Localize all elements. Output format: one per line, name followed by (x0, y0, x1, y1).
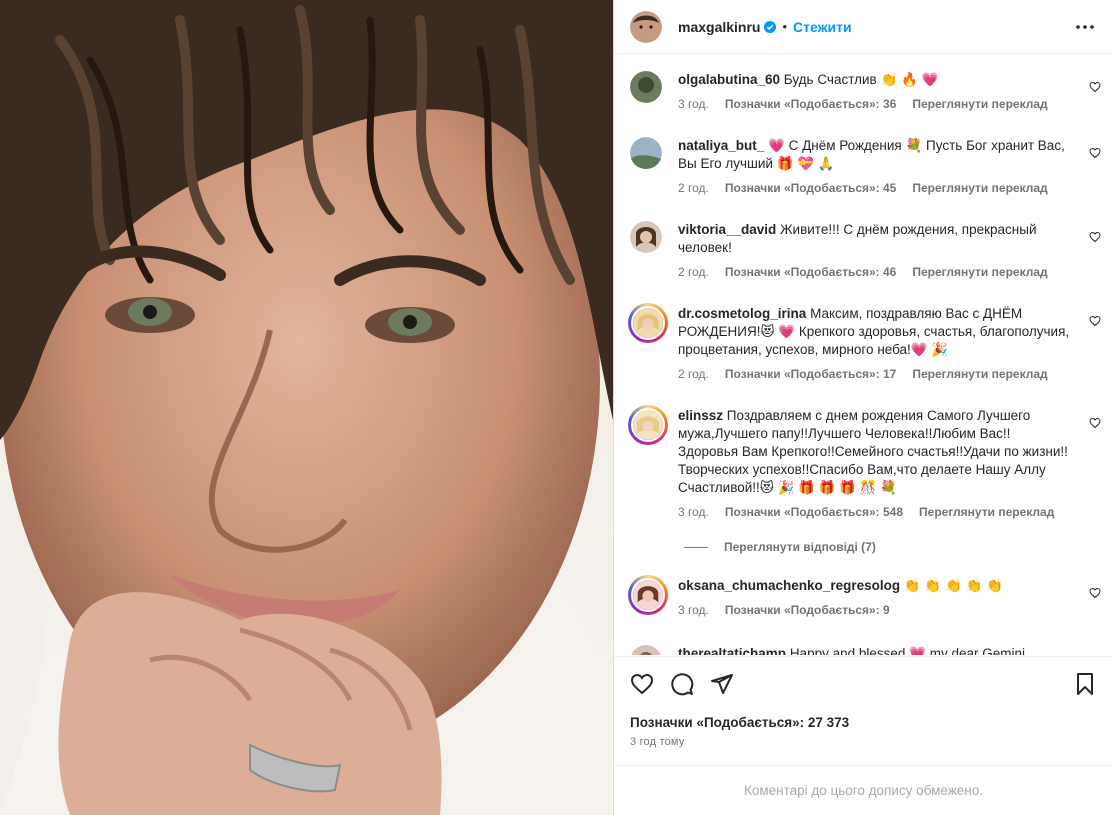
comment-likes[interactable]: Позначки «Подобається»: 9 (725, 603, 890, 617)
action-bar (630, 657, 1097, 711)
heart-icon[interactable] (1089, 231, 1101, 243)
commenter-username[interactable]: nataliya_but_ (678, 138, 764, 153)
comment-meta: 2 год. Позначки «Подобається»: 46 Перегл… (678, 265, 1101, 279)
comment-text: dr.cosmetolog_irina Максим, поздравляю В… (678, 306, 1070, 357)
comment-likes[interactable]: Позначки «Подобається»: 46 (725, 265, 896, 279)
heart-icon[interactable] (1089, 417, 1101, 429)
header-separator: • (782, 19, 788, 34)
follow-button[interactable]: Стежити (793, 19, 852, 35)
post-actions: Позначки «Подобається»: 27 373 3 год том… (614, 656, 1113, 764)
author-username[interactable]: maxgalkinru (678, 19, 760, 35)
instagram-post-modal: maxgalkinru • Стежити olgalabutina_60 Бу… (0, 0, 1113, 815)
commenter-avatar[interactable] (631, 578, 665, 612)
comment-likes[interactable]: Позначки «Подобається»: 548 (725, 505, 903, 519)
comment-text: olgalabutina_60 Будь Счастлив 👏 🔥 💗 (678, 72, 939, 87)
comment-likes[interactable]: Позначки «Подобається»: 17 (725, 367, 896, 381)
commenter-avatar[interactable] (630, 137, 662, 169)
view-replies-label: Переглянути відповіді (7) (724, 540, 876, 554)
post-timestamp: 3 год тому (630, 736, 685, 748)
commenter-username[interactable]: oksana_chumachenko_regresolog (678, 578, 900, 593)
comment-time: 2 год. (678, 265, 709, 279)
comment-text: viktoria__david Живите!!! С днём рождени… (678, 222, 1037, 255)
comment-time: 3 год. (678, 505, 709, 519)
comment-text: elinssz Поздравляем с днем рождения Само… (678, 408, 1068, 495)
comment-time: 3 год. (678, 603, 709, 617)
author-avatar[interactable] (630, 10, 662, 43)
comment-item: olgalabutina_60 Будь Счастлив 👏 🔥 💗 3 го… (630, 71, 1101, 111)
commenter-avatar[interactable] (631, 408, 665, 442)
comment-time: 3 год. (678, 97, 709, 111)
comment-meta: 2 год. Позначки «Подобається»: 17 Перегл… (678, 367, 1101, 381)
see-translation-link[interactable]: Переглянути переклад (912, 97, 1047, 111)
replies-divider (684, 546, 708, 548)
comment-likes[interactable]: Позначки «Подобається»: 36 (725, 97, 896, 111)
comment-meta: 3 год. Позначки «Подобається»: 9 (678, 603, 1101, 617)
commenter-username[interactable]: olgalabutina_60 (678, 72, 780, 87)
comment-meta: 3 год. Позначки «Подобається»: 548 Перег… (678, 505, 1101, 519)
heart-icon[interactable] (1089, 147, 1101, 159)
comment-likes[interactable]: Позначки «Подобається»: 45 (725, 181, 896, 195)
see-translation-link[interactable]: Переглянути переклад (919, 505, 1054, 519)
view-replies-button[interactable]: Переглянути відповіді (7) (684, 540, 876, 554)
story-ring[interactable] (628, 575, 668, 615)
comment-item: viktoria__david Живите!!! С днём рождени… (630, 221, 1101, 279)
bookmark-icon[interactable] (1073, 672, 1097, 696)
commenter-avatar[interactable] (631, 306, 665, 340)
comment-time: 2 год. (678, 181, 709, 195)
commenter-username[interactable]: dr.cosmetolog_irina (678, 306, 806, 321)
heart-icon[interactable] (630, 672, 654, 696)
comment-item: oksana_chumachenko_regresolog 👏 👏 👏 👏 👏 … (628, 575, 1101, 617)
heart-icon[interactable] (1089, 315, 1101, 327)
verified-badge-icon (764, 20, 777, 33)
comment-meta: 3 год. Позначки «Подобається»: 36 Перегл… (678, 97, 1101, 111)
more-horizontal-icon[interactable] (1073, 15, 1097, 39)
commenter-username[interactable]: elinssz (678, 408, 723, 423)
comment-item: nataliya_but_ 💗 С Днём Рождения 💐 Пусть … (630, 137, 1101, 195)
comment-meta: 2 год. Позначки «Подобається»: 45 Перегл… (678, 181, 1101, 195)
story-ring[interactable] (628, 405, 668, 445)
commenter-avatar[interactable] (630, 221, 662, 253)
heart-icon[interactable] (1089, 81, 1101, 93)
comments-limited-notice: Коментарі до цього допису обмежено. (614, 765, 1113, 815)
post-likes-count[interactable]: Позначки «Подобається»: 27 373 (630, 715, 1097, 730)
comment-icon[interactable] (670, 672, 694, 696)
comment-text: oksana_chumachenko_regresolog 👏 👏 👏 👏 👏 (678, 578, 1003, 593)
see-translation-link[interactable]: Переглянути переклад (912, 265, 1047, 279)
commenter-username[interactable]: therealtatichamp (678, 646, 786, 655)
commenter-avatar[interactable] (630, 645, 662, 655)
share-icon[interactable] (710, 672, 734, 696)
comment-time: 2 год. (678, 367, 709, 381)
see-translation-link[interactable]: Переглянути переклад (912, 367, 1047, 381)
post-header: maxgalkinru • Стежити (614, 0, 1113, 54)
commenter-avatar[interactable] (630, 71, 662, 103)
story-ring[interactable] (628, 303, 668, 343)
post-side-panel: maxgalkinru • Стежити olgalabutina_60 Бу… (613, 0, 1113, 815)
portrait-photo (0, 0, 613, 815)
comment-item: dr.cosmetolog_irina Максим, поздравляю В… (628, 303, 1101, 381)
comment-text: therealtatichamp Happy and blessed 💗 my … (678, 645, 1071, 655)
see-translation-link[interactable]: Переглянути переклад (912, 181, 1047, 195)
comment-item: therealtatichamp Happy and blessed 💗 my … (630, 645, 1101, 655)
commenter-username[interactable]: viktoria__david (678, 222, 776, 237)
comment-item: elinssz Поздравляем с днем рождения Само… (628, 405, 1101, 519)
comments-list[interactable]: olgalabutina_60 Будь Счастлив 👏 🔥 💗 3 го… (614, 55, 1113, 655)
heart-icon[interactable] (1089, 587, 1101, 599)
comment-text: nataliya_but_ 💗 С Днём Рождения 💐 Пусть … (678, 138, 1065, 171)
post-photo[interactable] (0, 0, 613, 815)
